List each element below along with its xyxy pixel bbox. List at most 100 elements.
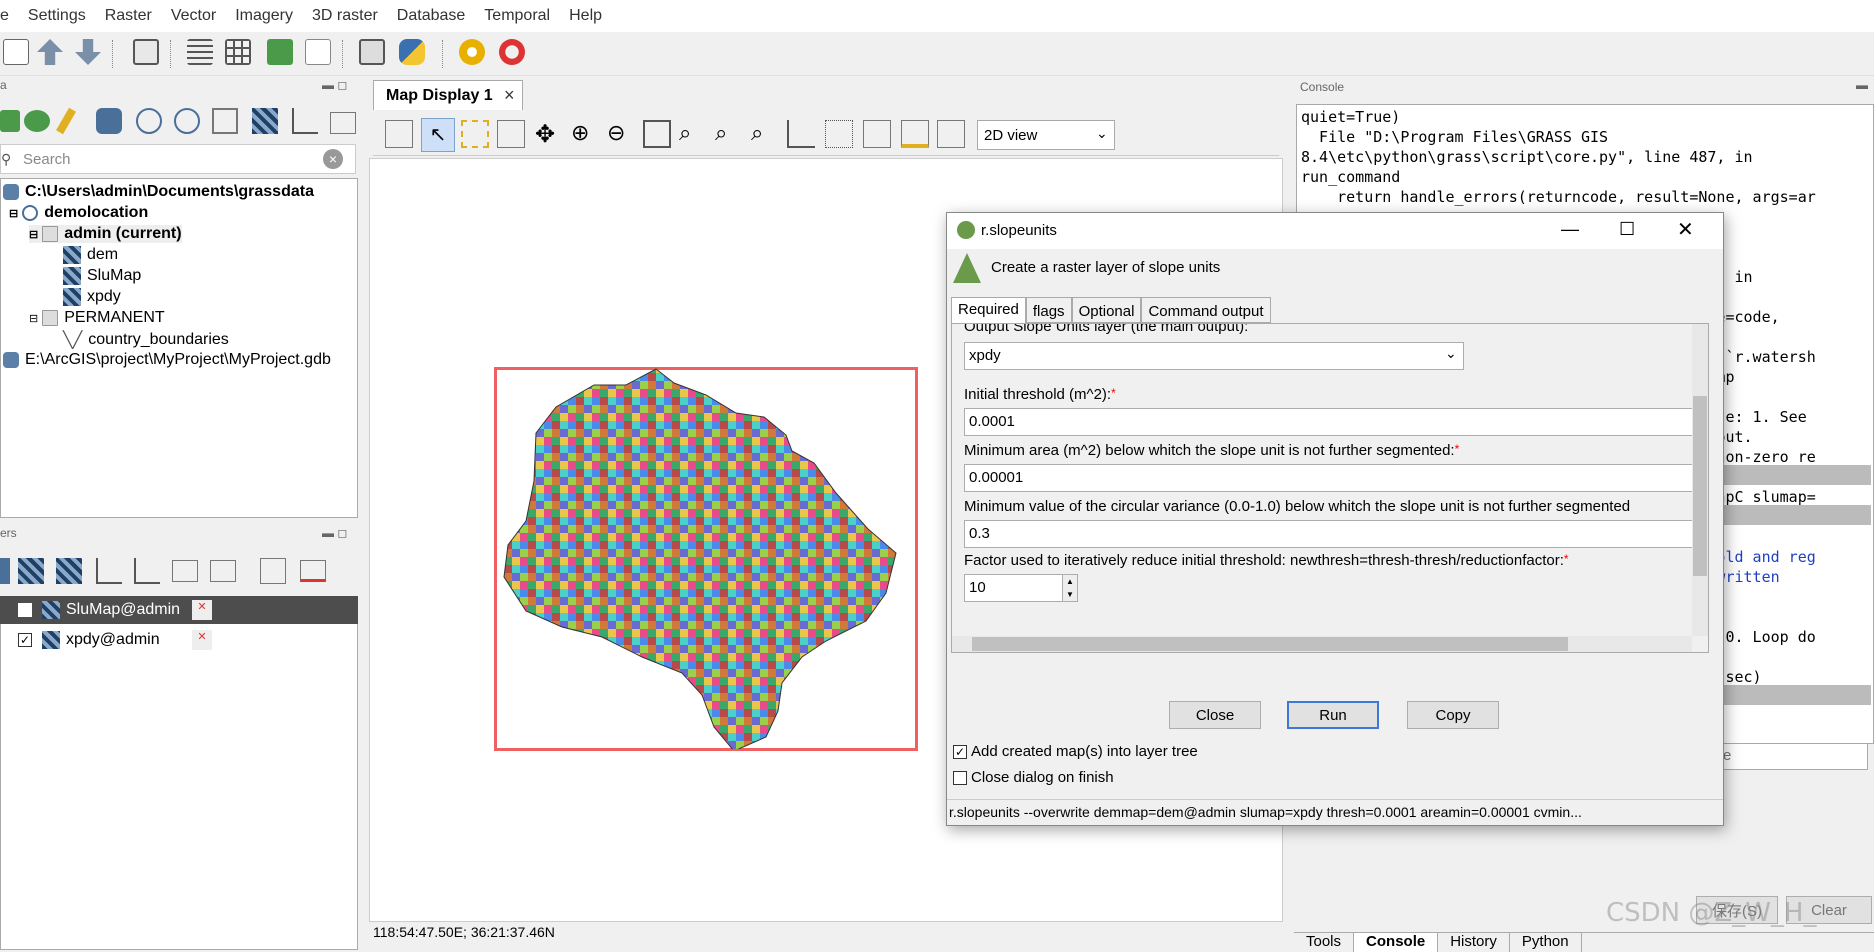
- add-vector-icon[interactable]: [292, 108, 318, 134]
- location-download-icon[interactable]: [174, 108, 200, 134]
- layer-row-slumap[interactable]: SluMap@admin ✕: [0, 596, 358, 624]
- zoom-options-icon[interactable]: ⌕: [715, 120, 727, 146]
- zoom-region-icon[interactable]: ⌕: [751, 120, 763, 146]
- menu-help[interactable]: Help: [569, 7, 602, 25]
- add-other-icon[interactable]: [330, 112, 356, 134]
- layer-row-xpdy[interactable]: ✓ xpdy@admin ✕: [0, 626, 358, 654]
- layout-icon[interactable]: [302, 36, 334, 68]
- layer-visibility-checkbox[interactable]: [18, 603, 32, 617]
- download-icon[interactable]: [72, 36, 104, 68]
- tree-mapset-admin[interactable]: ⊟ admin (current): [29, 225, 182, 243]
- add-layer-icon[interactable]: [0, 558, 10, 584]
- decoration-icon[interactable]: [825, 120, 853, 148]
- tab-command-output[interactable]: Command output: [1141, 297, 1271, 323]
- add-raster-icon[interactable]: [252, 108, 278, 134]
- attribute-table-icon[interactable]: [184, 36, 216, 68]
- pan-icon[interactable]: ✥: [535, 120, 555, 149]
- zoom-out-icon[interactable]: ⊖: [607, 120, 625, 146]
- pointer-icon[interactable]: ↖: [421, 118, 455, 152]
- run-button[interactable]: Run: [1287, 701, 1379, 729]
- close-window-icon[interactable]: ✕: [1677, 217, 1694, 242]
- layer-options-icon[interactable]: ✕: [192, 600, 212, 620]
- search-box[interactable]: ⚲ Search ×: [0, 144, 356, 174]
- help-lifebuoy-icon[interactable]: [496, 36, 528, 68]
- layer-visibility-checkbox[interactable]: ✓: [18, 633, 32, 647]
- add-database-icon[interactable]: [96, 108, 122, 134]
- menu-raster[interactable]: Raster: [105, 7, 152, 25]
- menu-settings[interactable]: Settings: [28, 7, 86, 25]
- layout-icon[interactable]: [863, 120, 891, 148]
- profile-icon[interactable]: [787, 120, 815, 148]
- maximize-icon[interactable]: ☐: [1619, 219, 1635, 240]
- upload-icon[interactable]: [34, 36, 66, 68]
- add-raster-misc-icon[interactable]: [56, 558, 82, 584]
- add-mapset-icon[interactable]: [24, 110, 50, 132]
- render-map-icon[interactable]: [385, 120, 413, 148]
- map-display-tab[interactable]: Map Display 1 ×: [373, 80, 523, 110]
- add-overlay-icon[interactable]: [172, 560, 198, 582]
- close-button[interactable]: Close: [1169, 701, 1261, 729]
- tree-map-country-boundaries[interactable]: ╲╱ country_boundaries: [63, 330, 229, 350]
- menu-vector[interactable]: Vector: [171, 7, 216, 25]
- add-maps-checkbox[interactable]: ✓: [953, 745, 967, 760]
- tree-mapset-permanent[interactable]: ⊟ PERMANENT: [29, 309, 165, 327]
- menu-imagery[interactable]: Imagery: [235, 7, 293, 25]
- vertical-scroll-thumb[interactable]: [1693, 396, 1707, 576]
- view-mode-select[interactable]: 2D view ⌄: [977, 120, 1115, 150]
- save-display-icon[interactable]: [901, 120, 929, 148]
- minimize-icon[interactable]: —: [1561, 219, 1579, 240]
- command-console-icon[interactable]: [356, 36, 388, 68]
- tab-python[interactable]: Python: [1510, 933, 1582, 952]
- edit-pencil-icon[interactable]: [56, 107, 76, 135]
- tree-map-slumap[interactable]: SluMap: [63, 267, 141, 285]
- spinner-arrows-icon[interactable]: ▲ ▼: [1062, 574, 1078, 602]
- mapset-icon[interactable]: [212, 108, 238, 134]
- add-maps-checkbox-row[interactable]: ✓ Add created map(s) into layer tree: [953, 743, 1198, 760]
- copy-button[interactable]: Copy: [1407, 701, 1499, 729]
- horizontal-scroll-thumb[interactable]: [972, 637, 1568, 651]
- map-display-icon[interactable]: [130, 36, 162, 68]
- menu-file[interactable]: e: [0, 7, 9, 25]
- tab-flags[interactable]: flags: [1025, 297, 1072, 323]
- area-input[interactable]: 0.00001: [964, 464, 1704, 492]
- panel-min-icon[interactable]: ▬: [1856, 78, 1868, 92]
- add-vector-layer-icon[interactable]: [96, 558, 122, 584]
- panel-min-max-icon[interactable]: ▬ ◻: [322, 78, 347, 92]
- tree-location[interactable]: ⊟ demolocation: [9, 204, 148, 222]
- zoom-extent-icon[interactable]: [643, 120, 671, 148]
- menu-temporal[interactable]: Temporal: [484, 7, 550, 25]
- tree-map-dem[interactable]: dem: [63, 246, 118, 264]
- menu-database[interactable]: Database: [397, 7, 466, 25]
- zoom-back-icon[interactable]: ⌕: [679, 120, 691, 146]
- settings-gear-icon[interactable]: [456, 36, 488, 68]
- factor-spinner[interactable]: 10: [964, 574, 1074, 602]
- add-location-icon[interactable]: [136, 108, 162, 134]
- remove-layer-icon[interactable]: [300, 560, 326, 582]
- print-icon[interactable]: [937, 120, 965, 148]
- grid-icon[interactable]: [222, 36, 254, 68]
- cv-input[interactable]: 0.3: [964, 520, 1704, 548]
- tab-console[interactable]: Console: [1354, 933, 1439, 952]
- threshold-input[interactable]: 0.0001: [964, 408, 1704, 436]
- menu-3d-raster[interactable]: 3D raster: [312, 7, 378, 25]
- layer-options-icon[interactable]: ✕: [192, 630, 212, 650]
- close-tab-icon[interactable]: ×: [504, 85, 515, 106]
- zoom-in-icon[interactable]: ⊕: [571, 120, 589, 146]
- add-group-icon[interactable]: [210, 560, 236, 582]
- tree-gdb[interactable]: E:\ArcGIS\project\MyProject\MyProject.gd…: [3, 351, 331, 369]
- panel-min-max-icon[interactable]: ▬ ◻: [322, 526, 347, 540]
- tab-history[interactable]: History: [1438, 933, 1510, 952]
- output-select[interactable]: xpdy ⌄: [964, 342, 1464, 370]
- tree-map-xpdy[interactable]: xpdy: [63, 288, 121, 306]
- modeler-icon[interactable]: [264, 36, 296, 68]
- tab-optional[interactable]: Optional: [1071, 297, 1142, 323]
- tree-gisdbase[interactable]: C:\Users\admin\Documents\grassdata: [3, 183, 314, 201]
- analyze-icon[interactable]: [497, 120, 525, 148]
- query-icon[interactable]: [461, 120, 489, 148]
- add-raster-layer-icon[interactable]: [18, 558, 44, 584]
- tab-required[interactable]: Required: [951, 297, 1026, 323]
- close-on-finish-checkbox-row[interactable]: Close dialog on finish: [953, 769, 1114, 786]
- clear-search-icon[interactable]: ×: [323, 149, 343, 169]
- refresh-icon[interactable]: [0, 110, 20, 132]
- new-workspace-icon[interactable]: [0, 36, 32, 68]
